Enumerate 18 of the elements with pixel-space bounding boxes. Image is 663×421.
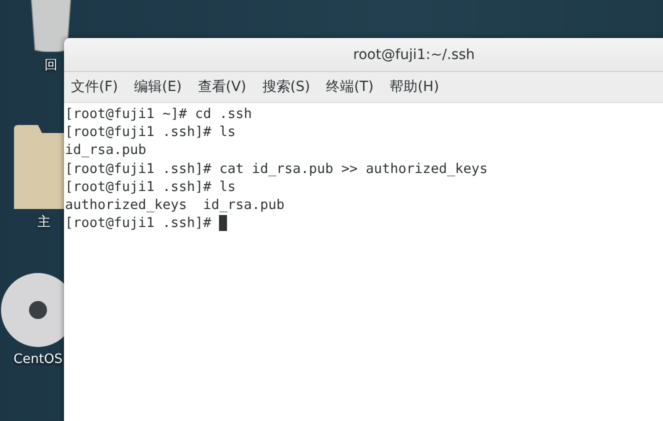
terminal-line: [root@fuji1 ~]# cd .ssh <box>65 105 252 124</box>
menu-item[interactable]: 文件(F) <box>71 78 118 96</box>
window-title: root@fuji1:~/.ssh <box>353 46 475 62</box>
menu-item[interactable]: 搜索(S) <box>262 78 310 96</box>
menu-item[interactable]: 查看(V) <box>198 78 246 96</box>
menu-item[interactable]: 编辑(E) <box>134 78 182 96</box>
terminal-line: [root@fuji1 .ssh]# cat id_rsa.pub >> authorized_keys <box>65 160 488 178</box>
terminal-line: [root@fuji1 .ssh]# ls <box>65 123 236 142</box>
desktop-icon-label[interactable]: CentOS <box>14 352 62 367</box>
terminal-line: authorized_keys id_rsa.pub <box>65 196 284 214</box>
menu-item[interactable]: 终端(T) <box>326 78 374 96</box>
menu-item[interactable]: 帮助(H) <box>390 78 440 96</box>
cursor-icon <box>219 215 228 232</box>
terminal-line: id_rsa.pub <box>65 141 146 160</box>
desktop-icon-label[interactable]: 回 <box>44 56 58 74</box>
terminal-line: [root@fuji1 .ssh]# ls <box>65 178 236 196</box>
desktop-icon-label[interactable]: 主 <box>38 213 50 231</box>
terminal-line: [root@fuji1 .ssh]# <box>65 214 212 232</box>
